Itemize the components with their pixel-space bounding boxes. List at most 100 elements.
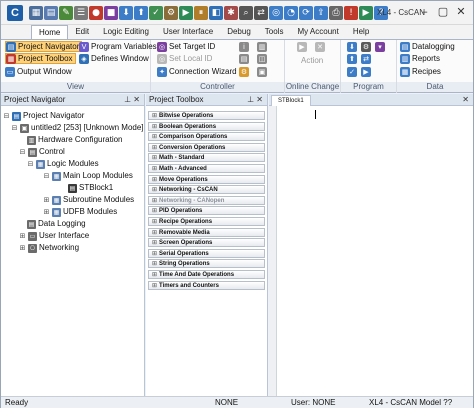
toolbox-item[interactable]: ⊞ Networking - CsCAN xyxy=(148,185,265,195)
compile-icon[interactable]: ⚙ xyxy=(164,6,178,20)
project-toolbox-button[interactable]: ▦ Project Toolbox xyxy=(5,53,76,64)
toolbox-item[interactable]: ⊞ Comparison Operations xyxy=(148,132,265,142)
media-icon[interactable]: ▶ xyxy=(359,6,373,20)
code-editor[interactable] xyxy=(269,106,473,396)
toolbox-item[interactable]: ⊞ Bitwise Operations xyxy=(148,111,265,120)
recipes-button[interactable]: ▦ Recipes xyxy=(400,66,441,77)
set-local-id-button[interactable]: ◎ Set Local ID xyxy=(157,53,212,64)
collapse-icon[interactable]: ⊟ xyxy=(43,170,50,182)
tab-tools[interactable]: Tools xyxy=(258,25,291,39)
close-icon[interactable]: ✕ xyxy=(462,94,469,106)
toolbox-item[interactable]: ⊞ Math - Advanced xyxy=(148,164,265,173)
set-target-id-button[interactable]: ◎ Set Target ID xyxy=(157,41,215,52)
find-icon[interactable]: ⌕ xyxy=(239,6,253,20)
tab-home[interactable]: Home xyxy=(31,25,69,39)
collapse-icon[interactable]: ⊟ xyxy=(19,146,26,158)
verify-icon[interactable]: ✓ xyxy=(149,6,163,20)
toolbox-item[interactable]: ⊞ Networking - CANopen xyxy=(148,195,265,205)
controller-status-icon[interactable]: ▤ xyxy=(239,54,249,64)
tab-logic-editing[interactable]: Logic Editing xyxy=(96,25,156,39)
controller-info-icon[interactable]: i xyxy=(239,42,249,52)
cycle-icon[interactable]: ⟳ xyxy=(299,6,313,20)
app-logo-icon[interactable]: C xyxy=(7,5,23,21)
datalogging-button[interactable]: ▤ Datalogging xyxy=(400,41,455,52)
program-upload-icon[interactable]: ⬆ xyxy=(347,54,357,64)
print-icon[interactable]: ⎙ xyxy=(329,6,343,20)
toolbox-item[interactable]: ⊞ Timers and Counters xyxy=(148,280,265,290)
online-start-icon[interactable]: ▶ xyxy=(297,42,307,52)
debug-icon[interactable]: ✱ xyxy=(224,6,238,20)
toolbox-item[interactable]: ⊞ PID Operations xyxy=(148,206,265,216)
pin-icon[interactable]: ⊥ ✕ xyxy=(124,94,140,106)
expand-icon[interactable]: ⊞ xyxy=(19,242,26,254)
toolbox-item[interactable]: ⊞ Serial Operations xyxy=(148,248,265,258)
tree-data-logging[interactable]: ▤ Data Logging xyxy=(27,218,86,230)
connection-wizard-button[interactable]: ✦ Connection Wizard xyxy=(157,66,237,77)
export-icon[interactable]: ⇪ xyxy=(314,6,328,20)
run-icon[interactable]: ▶ xyxy=(179,6,193,20)
program-variables-button[interactable]: V Program Variables xyxy=(79,41,157,52)
action-button[interactable]: Action xyxy=(301,55,323,66)
close-icon[interactable]: ✕ xyxy=(453,4,469,20)
editor-tab-stblock1[interactable]: STBlock1 xyxy=(271,95,311,106)
expand-icon[interactable]: ⊞ xyxy=(43,206,50,218)
monitor-icon[interactable]: ◧ xyxy=(209,6,223,20)
toolbox-item[interactable]: ⊞ Boolean Operations xyxy=(148,121,265,131)
online-cancel-icon[interactable]: ✕ xyxy=(315,42,325,52)
pause-icon[interactable]: ⏸ xyxy=(194,6,208,20)
timer-icon[interactable]: ◔ xyxy=(284,6,298,20)
project-navigator-button[interactable]: ▤ Project Navigator xyxy=(5,41,83,52)
tab-my-account[interactable]: My Account xyxy=(290,25,345,39)
tree-user-interface[interactable]: ⊞ ▭ User Interface xyxy=(19,230,89,242)
tab-debug[interactable]: Debug xyxy=(220,25,258,39)
collapse-icon[interactable]: ⊟ xyxy=(3,110,10,122)
tree-udfb-modules[interactable]: ⊞ ▦ UDFB Modules xyxy=(43,206,117,218)
output-window-button[interactable]: ▭ Output Window xyxy=(5,66,72,77)
properties-icon[interactable]: ☰ xyxy=(74,6,88,20)
tree-networking[interactable]: ⊞ ⎔ Networking xyxy=(19,242,79,254)
program-run-icon[interactable]: ▶ xyxy=(361,67,371,77)
alarm-icon[interactable]: ! xyxy=(344,6,358,20)
pin-icon[interactable]: ⊥ ✕ xyxy=(247,94,263,106)
stop-icon[interactable]: ■ xyxy=(104,6,118,20)
tree-hardware-configuration[interactable]: ▥ Hardware Configuration xyxy=(27,134,123,146)
defines-window-button[interactable]: ◈ Defines Window xyxy=(79,53,149,64)
toolbox-item[interactable]: ⊞ Removable Media xyxy=(148,227,265,237)
save-icon[interactable]: ▦ xyxy=(29,6,43,20)
toolbox-item[interactable]: ⊞ Recipe Operations xyxy=(148,217,265,226)
tab-user-interface[interactable]: User Interface xyxy=(156,25,220,39)
record-icon[interactable]: ● xyxy=(89,6,103,20)
collapse-icon[interactable]: ⊟ xyxy=(27,158,34,170)
controller-link-icon[interactable]: ⚙ xyxy=(239,67,249,77)
open-icon[interactable]: ▤ xyxy=(44,6,58,20)
tree-project[interactable]: ⊟ ▣ untitled2 [253] [Unknown Mode] xyxy=(11,122,144,134)
connect-icon[interactable]: ✎ xyxy=(59,6,73,20)
tree-logic-modules[interactable]: ⊟ ▦ Logic Modules xyxy=(27,158,99,170)
program-download-icon[interactable]: ⬇ xyxy=(347,42,357,52)
maximize-icon[interactable]: ▢ xyxy=(435,4,451,20)
tree-stblock1[interactable]: ▤ STBlock1 xyxy=(59,182,113,194)
program-verify-icon[interactable]: ✓ xyxy=(347,67,357,77)
tree-subroutine-modules[interactable]: ⊞ ▦ Subroutine Modules xyxy=(43,194,134,206)
program-dropdown-icon[interactable]: ▾ xyxy=(375,42,385,52)
program-settings-icon[interactable]: ⚙ xyxy=(361,42,371,52)
download-icon[interactable]: ⬇ xyxy=(119,6,133,20)
tab-edit[interactable]: Edit xyxy=(68,25,96,39)
replace-icon[interactable]: ⇄ xyxy=(254,6,268,20)
expand-icon[interactable]: ⊞ xyxy=(43,194,50,206)
controller-tools-icon[interactable]: ▣ xyxy=(257,67,267,77)
minimize-icon[interactable]: – xyxy=(417,4,433,20)
expand-icon[interactable]: ⊞ xyxy=(19,230,26,242)
toolbox-item[interactable]: ⊞ Move Operations xyxy=(148,174,265,184)
toolbox-item[interactable]: ⊞ Screen Operations xyxy=(148,238,265,248)
reports-button[interactable]: ▥ Reports xyxy=(400,53,440,64)
tab-help[interactable]: Help xyxy=(346,25,376,39)
tree-main-loop-modules[interactable]: ⊟ ▦ Main Loop Modules xyxy=(43,170,133,182)
program-compare-icon[interactable]: ⇄ xyxy=(361,54,371,64)
upload-icon[interactable]: ⬆ xyxy=(134,6,148,20)
tree-root[interactable]: ⊟ ▤ Project Navigator xyxy=(3,110,84,122)
toolbox-item[interactable]: ⊞ Time And Date Operations xyxy=(148,270,265,279)
controller-mode-icon[interactable]: ▥ xyxy=(257,42,267,52)
collapse-icon[interactable]: ⊟ xyxy=(11,122,18,134)
scan-icon[interactable]: ◎ xyxy=(269,6,283,20)
